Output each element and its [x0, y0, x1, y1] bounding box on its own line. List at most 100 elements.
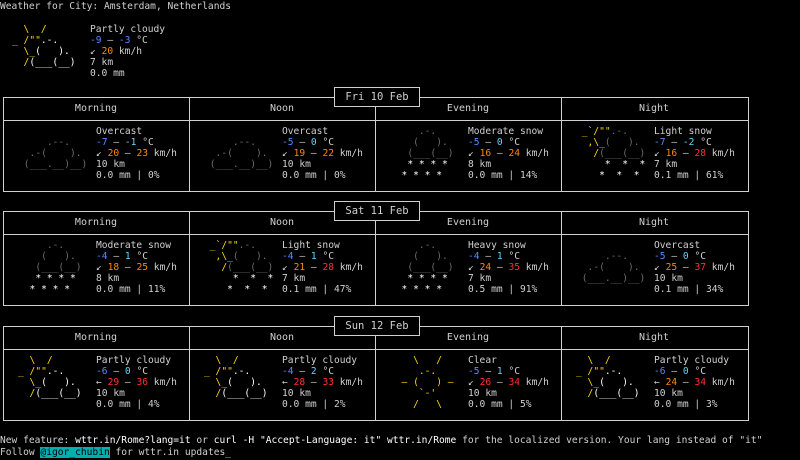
- overcast-icon: .--. .-( ). (___.__)__): [18, 137, 88, 170]
- precipitation: 0.5 mm | 91%: [468, 284, 538, 295]
- wind-arrow-icon: ↙: [96, 262, 102, 273]
- footer-line-1: New feature: wttr.in/Rome?lang=it or cur…: [0, 435, 763, 446]
- wind-arrow-icon: ←: [282, 377, 288, 388]
- temperature-range: -7 – -2 °C: [654, 137, 712, 148]
- forecast-cell: .--. .-( ). (___.__)__) Overcast -5 – 0 °C…: [562, 240, 746, 304]
- condition-label: Heavy snow: [468, 240, 526, 251]
- wind-arrow-icon: ↙: [282, 148, 288, 159]
- wind-range: ↙ 19 – 22 km/h: [282, 148, 363, 159]
- forecast-cell: _`/"".-. ,\_( ). /(___(__) * * * * * * L…: [562, 126, 746, 190]
- current-visibility: 7 km: [90, 57, 114, 68]
- forecast-cell: _`/"".-. ,\_( ). /(___(__) * * * * * * L…: [190, 240, 374, 304]
- forecast-details: Overcast -7 – -1 °C ↙ 20 – 23 km/h 10 km 0.0…: [96, 126, 177, 181]
- condition-label: Clear: [468, 355, 497, 366]
- period-header-morning: Morning: [74, 217, 118, 228]
- terminal-cursor: _: [225, 447, 232, 458]
- moderate-snow-icon: .-. ( ). (___(__) * * * * * * * *: [390, 126, 460, 181]
- condition-label: Light snow: [282, 240, 340, 251]
- wind-range: ← 29 – 36 km/h: [96, 377, 177, 388]
- wind-range: ↙ 18 – 25 km/h: [96, 262, 177, 273]
- partly-cloudy-icon: \ / _ /"".-. \_( ). /(___(__): [204, 355, 274, 399]
- twitter-handle-link[interactable]: @igor_chubin: [40, 447, 110, 458]
- visibility: 10 km: [96, 388, 125, 399]
- wind-range: ← 28 – 33 km/h: [282, 377, 363, 388]
- temperature-range: -5 – 1 °C: [468, 366, 520, 377]
- wind-arrow-icon: ↙: [96, 148, 102, 159]
- current-precipitation: 0.0 mm: [90, 68, 125, 79]
- precipitation: 0.0 mm | 14%: [468, 170, 538, 181]
- condition-label: Partly cloudy: [96, 355, 172, 366]
- forecast-details: Overcast -5 – 0 °C ↙ 19 – 22 km/h 10 km 0.0 …: [282, 126, 363, 181]
- condition-label: Overcast: [96, 126, 143, 137]
- localized-url[interactable]: wttr.in/Rome?lang=it: [75, 435, 191, 446]
- footer-line-2: Follow @igor_chubin for wttr.in updates_: [0, 447, 232, 458]
- day-forecast-table: Morning Noon Evening Night \ / _ /"".-. \_(…: [3, 326, 749, 421]
- visibility: 7 km: [468, 273, 492, 284]
- period-header-morning: Morning: [74, 103, 118, 114]
- wind-range: ↙ 21 – 28 km/h: [282, 262, 363, 273]
- heavy-snow-icon: .-. ( ). (___(__) * * * * * * * *: [390, 240, 460, 295]
- current-wind: ↙ 20 km/h: [90, 46, 143, 57]
- light-snow-icon: _`/"".-. ,\_( ). /(___(__) * * * * * *: [204, 240, 280, 295]
- visibility: 7 km: [654, 159, 678, 170]
- partly-cloudy-icon: \ / _ /"".-. \_( ). /(___(__): [12, 24, 76, 68]
- forecast-details: Heavy snow -4 – 1 °C ↙ 24 – 35 km/h 7 km 0.5…: [468, 240, 549, 295]
- forecast-details: Partly cloudy -4 – 2 °C ← 28 – 33 km/h 10 k…: [282, 355, 363, 410]
- precipitation: 0.0 mm | 11%: [96, 284, 166, 295]
- wind-range: ↙ 24 – 35 km/h: [468, 262, 549, 273]
- wind-range: ↙ 16 – 28 km/h: [654, 148, 735, 159]
- condition-label: Overcast: [282, 126, 329, 137]
- partly-cloudy-icon: \ / _ /"".-. \_( ). /(___(__): [18, 355, 88, 399]
- wind-range: ↙ 26 – 34 km/h: [468, 377, 549, 388]
- forecast-details: Partly cloudy -6 – 0 °C ← 29 – 36 km/h 10 k…: [96, 355, 177, 410]
- period-header-night: Night: [638, 332, 670, 343]
- temperature-range: -5 – 0 °C: [654, 251, 706, 262]
- page-title: Weather for City: Amsterdam, Netherlands: [0, 1, 232, 12]
- visibility: 10 km: [96, 159, 125, 170]
- condition-label: Partly cloudy: [282, 355, 358, 366]
- precipitation: 0.1 mm | 61%: [654, 170, 724, 181]
- partly-cloudy-icon: \ / _ /"".-. \_( ). /(___(__): [576, 355, 646, 399]
- wind-arrow-icon: ←: [654, 377, 660, 388]
- condition-label: Light snow: [654, 126, 712, 137]
- temperature-range: -6 – 0 °C: [96, 366, 148, 377]
- visibility: 10 km: [282, 159, 311, 170]
- forecast-cell: .-. ( ). (___(__) * * * * * * * * Modera…: [376, 126, 560, 190]
- forecast-cell: \ / _ /"".-. \_( ). /(___(__) Partly clo…: [4, 355, 188, 419]
- temperature-range: -7 – -1 °C: [96, 137, 154, 148]
- date-label: Fri 10 Feb: [334, 87, 420, 107]
- wind-range: ↙ 20 – 23 km/h: [96, 148, 177, 159]
- wind-arrow-icon: ↙: [468, 262, 474, 273]
- visibility: 8 km: [96, 273, 120, 284]
- visibility: 8 km: [468, 159, 492, 170]
- curl-command[interactable]: curl -H "Accept-Language: it" wttr.in/Ro…: [214, 435, 457, 446]
- forecast-details: Clear -5 – 1 °C ↙ 26 – 34 km/h 10 km 0.0 mm …: [468, 355, 549, 410]
- temperature-range: -5 – 0 °C: [282, 137, 334, 148]
- forecast-cell: \ / _ /"".-. \_( ). /(___(__) Partly clo…: [562, 355, 746, 419]
- current-condition: Partly cloudy: [90, 24, 166, 35]
- forecast-cell: .--. .-( ). (___.__)__) Overcast -7 – -1 °…: [4, 126, 188, 190]
- visibility: 7 km: [282, 273, 306, 284]
- overcast-icon: .--. .-( ). (___.__)__): [204, 137, 274, 170]
- temperature-range: -5 – 0 °C: [468, 137, 520, 148]
- temperature-range: -4 – 1 °C: [468, 251, 520, 262]
- precipitation: 0.0 mm | 3%: [654, 399, 718, 410]
- wind-arrow-icon: ↙: [468, 148, 474, 159]
- period-header-morning: Morning: [74, 332, 118, 343]
- day-forecast-table: Morning Noon Evening Night .--. .-( ). (___…: [3, 97, 749, 192]
- period-header-night: Night: [638, 217, 670, 228]
- wind-range: ↙ 16 – 24 km/h: [468, 148, 549, 159]
- precipitation: 0.0 mm | 2%: [282, 399, 346, 410]
- wind-arrow-icon: ↙: [654, 148, 660, 159]
- light-snow-icon: _`/"".-. ,\_( ). /(___(__) * * * * * *: [576, 126, 652, 181]
- forecast-details: Overcast -5 – 0 °C ↙ 25 – 37 km/h 10 km 0.1 …: [654, 240, 735, 295]
- temperature-range: -6 – 0 °C: [654, 366, 706, 377]
- wind-arrow-icon: ↙: [468, 377, 474, 388]
- moderate-snow-icon: .-. ( ). (___(__) * * * * * * * *: [18, 240, 88, 295]
- current-temperature: -9 – -3 °C: [90, 35, 148, 46]
- condition-label: Partly cloudy: [654, 355, 730, 366]
- condition-label: Moderate snow: [468, 126, 544, 137]
- condition-label: Moderate snow: [96, 240, 172, 251]
- precipitation: 0.1 mm | 47%: [282, 284, 352, 295]
- wind-arrow-icon: ↙: [282, 262, 288, 273]
